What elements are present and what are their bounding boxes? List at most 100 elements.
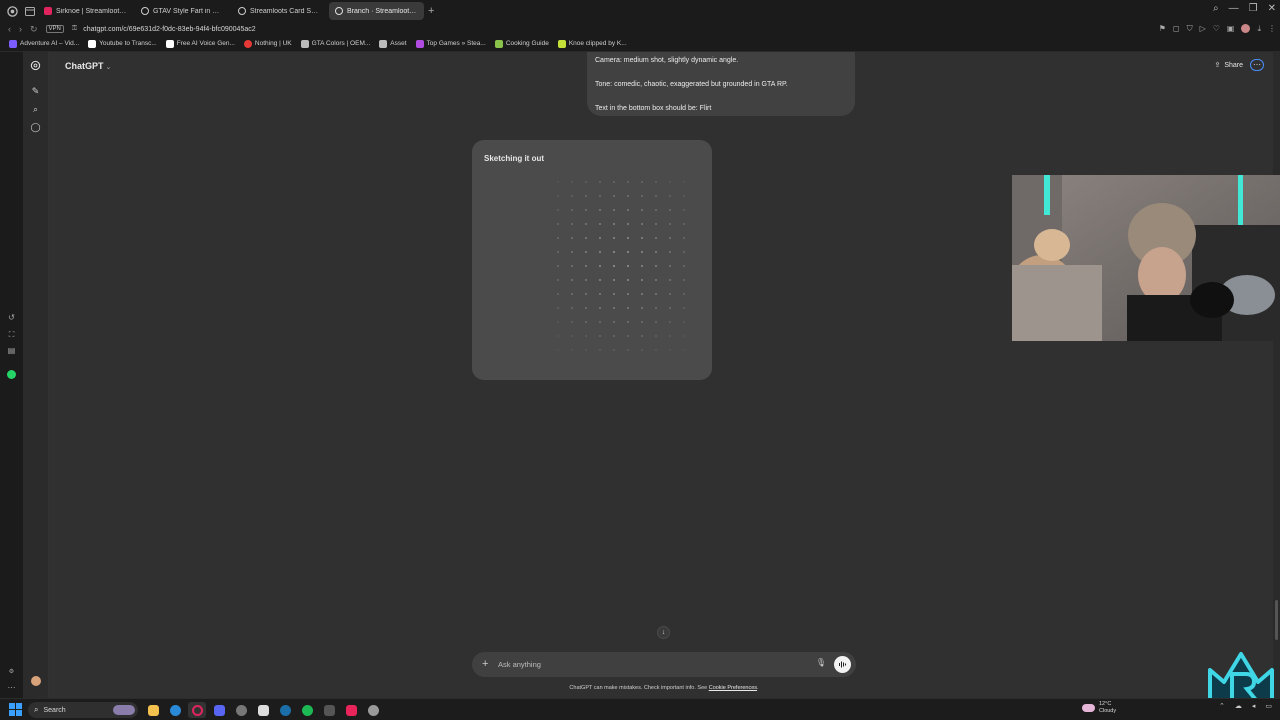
snapshot-icon[interactable]: ◻ [1173, 24, 1180, 34]
sidebar-settings-icon[interactable]: ⚙ [6, 666, 17, 677]
bookmark-favicon-icon [300, 39, 309, 48]
chat-bubble-icon[interactable]: ◯ [29, 121, 42, 134]
bookmark-top-games[interactable]: Top Games » Stea... [415, 39, 486, 48]
main-scrollbar[interactable] [1273, 52, 1280, 698]
capcut-icon[interactable] [254, 702, 272, 718]
player-icon[interactable]: ▷ [1200, 24, 1206, 34]
taskbar-search[interactable]: ⌕ Search [28, 702, 138, 718]
loading-dot [585, 181, 587, 183]
discord-icon[interactable] [210, 702, 228, 718]
scrollbar-thumb[interactable] [1275, 600, 1278, 640]
loading-dot [669, 265, 671, 267]
bookmark-free-ai-voice[interactable]: Free AI Voice Gen... [165, 39, 235, 48]
back-arrow-icon[interactable]: ‹ [8, 24, 11, 34]
weather-widget[interactable]: 12°C Cloudy [1082, 701, 1116, 715]
twitch-icon[interactable]: ▤ [6, 345, 17, 356]
bookmark-adventure-ai[interactable]: Adventure AI – Vid... [9, 39, 79, 48]
file-explorer-icon[interactable] [144, 702, 162, 718]
tray-chevron-up-icon[interactable]: ⌃ [1219, 702, 1225, 710]
forward-arrow-icon[interactable]: › [19, 24, 22, 34]
voice-mode-button[interactable] [834, 656, 851, 673]
minimize-icon[interactable]: — [1229, 3, 1239, 14]
reload-icon[interactable]: ↻ [30, 24, 38, 35]
loading-dot [627, 293, 629, 295]
sidebar-more-icon[interactable]: ⋯ [6, 682, 17, 693]
loading-dot [627, 251, 629, 253]
loading-dot [683, 335, 685, 337]
network-icon[interactable]: ☁ [1235, 702, 1242, 710]
bookmark-icon[interactable]: ⚑ [1159, 24, 1166, 34]
wallet-icon[interactable]: ▣ [1227, 24, 1235, 34]
download-icon[interactable]: ⤓ [1257, 24, 1261, 34]
site-info-icon[interactable]: ⚿ [72, 25, 77, 33]
bookmark-cooking-guide[interactable]: Cooking Guide [494, 39, 549, 48]
user-message-line: Camera: medium shot, slightly dynamic an… [595, 57, 739, 64]
loading-dot [641, 321, 643, 323]
browser-logo-icon[interactable] [6, 5, 18, 17]
webcam-overlay [1012, 175, 1280, 341]
loading-dot [627, 237, 629, 239]
spotify-icon[interactable] [298, 702, 316, 718]
search-chats-icon[interactable]: ⌕ [29, 103, 42, 116]
cookie-preferences-link[interactable]: Cookie Preferences [709, 685, 757, 691]
tab-streamloots-card-setup[interactable]: Streamloots Card Setup [232, 2, 327, 20]
search-tabs-icon[interactable]: ⌕ [1213, 3, 1219, 14]
more-options-button[interactable]: ⋯ [1250, 59, 1264, 71]
maximize-icon[interactable]: ❐ [1249, 3, 1258, 14]
bookmark-asset[interactable]: Asset [379, 39, 407, 48]
user-avatar-icon[interactable] [29, 674, 42, 687]
loading-dot [627, 279, 629, 281]
close-window-icon[interactable]: ✕ [1268, 3, 1276, 14]
loading-dot [655, 307, 657, 309]
windows-start-icon[interactable] [9, 703, 22, 716]
loading-dot [669, 335, 671, 337]
loading-dot [655, 265, 657, 267]
loading-dot [585, 265, 587, 267]
tab-branch-streamloots-card[interactable]: Branch · Streamloots Card [329, 2, 424, 20]
bookmark-gta-colors[interactable]: GTA Colors | OEM... [300, 39, 370, 48]
prompt-input[interactable] [498, 658, 798, 671]
extensions-icon[interactable]: ⋮ [1268, 24, 1276, 34]
add-attachment-icon[interactable]: + [482, 657, 488, 671]
model-selector[interactable]: ChatGPT ⌄ [65, 61, 111, 71]
share-button[interactable]: ⇪ Share [1214, 61, 1243, 70]
chrome-icon[interactable] [232, 702, 250, 718]
tab-streamloots-sirknoe[interactable]: Sirknoe | Streamloots | Ha [38, 2, 133, 20]
loading-dot [627, 335, 629, 337]
heart-icon[interactable]: ♡ [1213, 24, 1220, 34]
bookmark-nothing-uk[interactable]: Nothing | UK [243, 39, 292, 48]
loading-dot [571, 321, 573, 323]
aria-icon[interactable]: ⛶ [6, 329, 17, 340]
xbox-icon[interactable] [320, 702, 338, 718]
url-text[interactable]: chatgpt.com/c/69e631d2-f0dc-83eb-94f4-bf… [83, 26, 255, 33]
settings-gear-icon[interactable] [364, 702, 382, 718]
steam-icon[interactable] [276, 702, 294, 718]
new-chat-icon[interactable]: ✎ [29, 85, 42, 98]
image-generation-card: Sketching it out [472, 140, 712, 380]
volume-icon[interactable]: ◂ [1252, 702, 1256, 710]
bookmark-youtube-transcript[interactable]: Youtube to Transc... [88, 39, 157, 48]
loading-dot [669, 251, 671, 253]
vpn-badge[interactable]: VPN [45, 25, 64, 33]
edge-icon[interactable] [166, 702, 184, 718]
new-tab-plus-icon[interactable]: + [428, 5, 434, 17]
adobe-icon[interactable] [342, 702, 360, 718]
whatsapp-icon[interactable] [6, 369, 17, 380]
tab-gtav-style-fart[interactable]: GTAV Style Fart in City Gr [135, 2, 230, 20]
profile-avatar-icon[interactable] [1241, 24, 1251, 33]
chatgpt-logo-icon[interactable] [29, 59, 42, 72]
bookmark-knoe-clipped[interactable]: Knoe clipped by K... [557, 39, 627, 48]
loading-dot [585, 251, 587, 253]
microphone-icon[interactable]: 🎙 [816, 658, 826, 667]
composer: + 🎙 [472, 652, 856, 677]
shield-icon[interactable]: ⛉ [1187, 24, 1193, 34]
notification-icon[interactable]: ▭ [1265, 702, 1272, 710]
loading-dot [683, 209, 685, 211]
opera-icon[interactable] [188, 702, 206, 718]
history-icon[interactable]: ↺ [6, 312, 17, 323]
loading-dot-grid [557, 181, 685, 351]
tab-manager-icon[interactable] [24, 5, 36, 17]
scroll-to-bottom-button[interactable]: ↓ [657, 626, 670, 639]
loading-dot [571, 237, 573, 239]
loading-dot [571, 181, 573, 183]
